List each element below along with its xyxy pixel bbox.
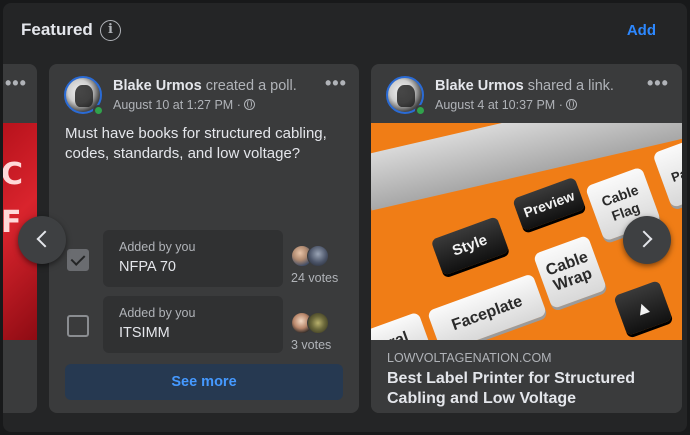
option-added-by: Added by you: [119, 240, 196, 254]
info-icon[interactable]: i: [100, 20, 121, 41]
post-author-line: Blake Urmos shared a link.: [435, 78, 614, 94]
globe-icon: [244, 99, 256, 110]
online-status-badge: [93, 105, 104, 116]
post-date[interactable]: August 10 at 1:27 PM: [113, 98, 233, 112]
option-label: ITSIMM: [119, 325, 170, 341]
online-status-badge: [415, 105, 426, 116]
more-dots-icon[interactable]: •••: [325, 74, 347, 92]
arrow-up-key: ▲: [613, 280, 673, 336]
featured-panel: Featured i Add ••• CF Blake Urmos create…: [3, 3, 687, 432]
image-key: Style: [430, 216, 510, 276]
post-meta: August 4 at 10:37 PM ·: [435, 98, 578, 112]
option-label: NFPA 70: [119, 259, 176, 275]
more-dots-icon[interactable]: •••: [647, 74, 669, 92]
image-key: Pat: [652, 139, 682, 209]
post-date[interactable]: August 4 at 10:37 PM: [435, 98, 555, 112]
image-key: Preview: [512, 176, 586, 232]
voter-avatar: [307, 245, 329, 267]
poll-option-checkbox[interactable]: [67, 315, 89, 337]
link-title: Best Label Printer for Structured Cablin…: [387, 370, 636, 407]
post-author-line: Blake Urmos created a poll.: [113, 78, 297, 94]
image-key: neral: [371, 311, 432, 340]
chevron-right-icon: [635, 230, 653, 248]
see-more-button[interactable]: See more: [65, 364, 343, 400]
post-action: shared a link.: [527, 78, 614, 94]
vote-count: 3 votes: [291, 338, 332, 352]
globe-icon: [566, 99, 578, 110]
image-key: Cable Wrap: [532, 234, 608, 310]
post-meta: August 10 at 1:27 PM ·: [113, 98, 256, 112]
section-title: Featured: [21, 20, 93, 39]
link-domain: LOWVOLTAGENATION.COM: [387, 351, 552, 365]
poll-card: Blake Urmos created a poll. August 10 at…: [49, 64, 359, 413]
more-dots-icon[interactable]: •••: [5, 74, 27, 92]
voter-avatar: [307, 312, 329, 334]
poll-option[interactable]: Added by you ITSIMM: [103, 296, 283, 353]
separator-dot: ·: [236, 98, 245, 112]
author-name[interactable]: Blake Urmos: [435, 78, 524, 94]
carousel-next-button[interactable]: [623, 216, 671, 264]
option-added-by: Added by you: [119, 306, 196, 320]
poll-question: Must have books for structured cabling, …: [65, 125, 327, 162]
author-name[interactable]: Blake Urmos: [113, 78, 202, 94]
carousel-prev-button[interactable]: [18, 216, 66, 264]
vote-count: 24 votes: [291, 271, 339, 285]
separator-dot: ·: [558, 98, 567, 112]
poll-option[interactable]: Added by you NFPA 70: [103, 230, 283, 287]
chevron-left-icon: [36, 230, 54, 248]
image-key: Faceplate: [426, 273, 548, 340]
link-caption[interactable]: LOWVOLTAGENATION.COM Best Label Printer …: [371, 340, 682, 413]
poll-option-checkbox[interactable]: [67, 249, 89, 271]
post-action: created a poll.: [205, 78, 297, 94]
add-button[interactable]: Add: [627, 22, 656, 39]
